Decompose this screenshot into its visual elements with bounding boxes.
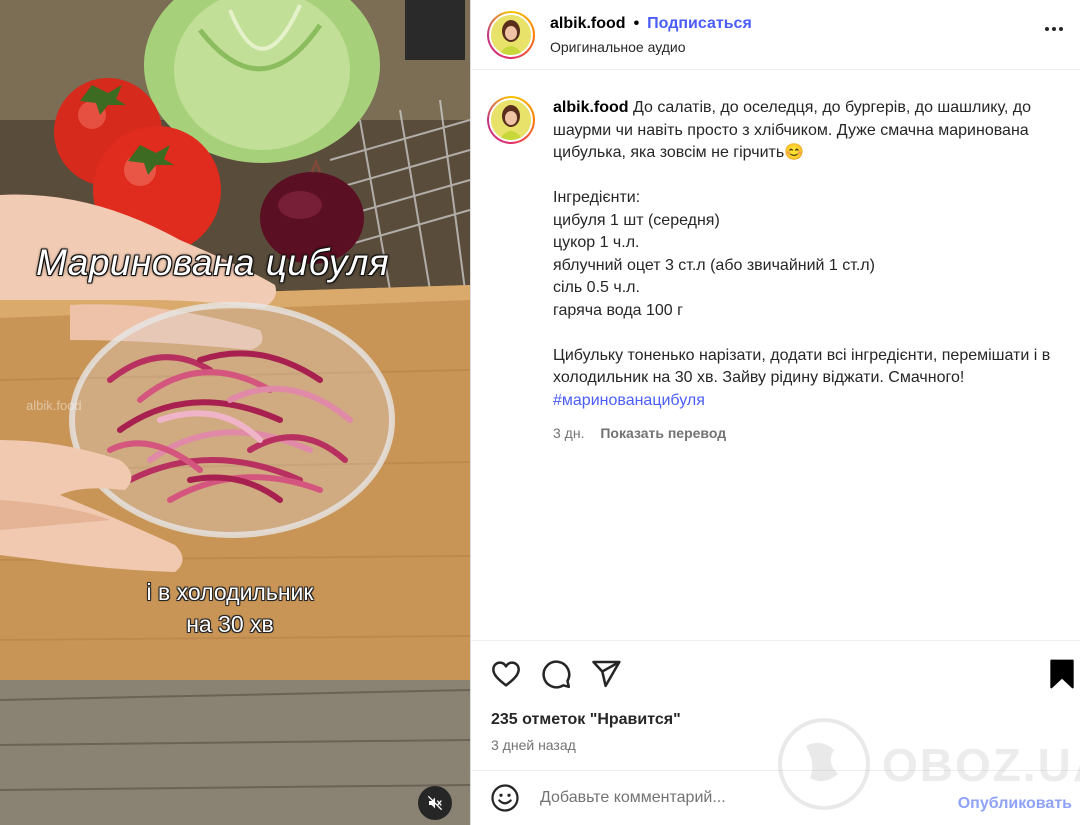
video-caption-line-2: на 30 хв	[186, 611, 274, 637]
caption-age: 3 дн.	[553, 425, 585, 441]
video-caption-line-1: і в холодильник	[146, 579, 314, 605]
ingredients-title: Інгредієнти:	[553, 189, 641, 206]
ingredient-item: гаряча вода 100 г	[553, 301, 683, 319]
caption-instructions: Цибульку тоненько нарізати, додати всі і…	[553, 346, 1051, 387]
globe-watermark-icon	[778, 718, 870, 810]
mute-button[interactable]	[418, 786, 452, 820]
site-watermark: OBOZ.UA	[776, 716, 1080, 816]
likes-count[interactable]: 235 отметок "Нравится"	[491, 711, 681, 729]
comment-icon[interactable]	[540, 658, 572, 690]
bookmark-icon[interactable]	[1046, 658, 1078, 690]
share-icon[interactable]	[590, 658, 622, 690]
author-avatar[interactable]	[487, 10, 535, 59]
posted-time[interactable]: 3 дней назад	[491, 737, 576, 753]
site-watermark-text: OBOZ.UA	[882, 739, 1080, 791]
video-caption-title: Маринована цибуля	[36, 242, 390, 283]
caption-intro-paragraph: albik.food До салатів, до оселедця, до б…	[553, 97, 1070, 165]
caption-author-avatar[interactable]	[487, 96, 535, 144]
ingredient-item: цукор 1 ч.л.	[553, 234, 640, 251]
ingredient-item: сіль 0.5 ч.л.	[553, 279, 640, 296]
original-audio-link[interactable]: Оригинальное аудио	[550, 39, 752, 55]
ingredient-item: цибуля 1 шт (середня)	[553, 211, 720, 229]
post-header-line: albik.food • Подписаться	[550, 15, 752, 33]
ingredient-item: яблучний оцет 3 ст.л (або звичайний 1 ст…	[553, 256, 875, 274]
caption-meta: 3 дн. Показать перевод	[553, 422, 1070, 445]
hashtag-link[interactable]: #маринованацибуля	[553, 390, 1070, 413]
show-translation-button[interactable]: Показать перевод	[600, 425, 726, 441]
author-avatar-image	[489, 12, 533, 57]
post-header-text: albik.food • Подписаться Оригинальное ау…	[550, 15, 752, 55]
post-header: albik.food • Подписаться Оригинальное ау…	[471, 0, 1080, 70]
follow-button[interactable]: Подписаться	[647, 15, 752, 33]
caption-username[interactable]: albik.food	[553, 99, 629, 116]
author-username[interactable]: albik.food	[550, 15, 626, 33]
speaker-muted-icon	[427, 795, 443, 811]
post-view: albik.food Маринована цибуля і в холодил…	[0, 0, 1080, 825]
video-watermark: albik.food	[26, 398, 82, 413]
post-caption: albik.food До салатів, до оселедця, до б…	[471, 70, 1080, 445]
emoji-icon[interactable]	[490, 783, 520, 813]
post-video[interactable]: albik.food Маринована цибуля і в холодил…	[0, 0, 470, 825]
video-caption-subtitle: і в холодильник на 30 хв	[100, 576, 360, 640]
heart-icon[interactable]	[490, 658, 522, 690]
more-horizontal-icon[interactable]	[1042, 17, 1066, 41]
post-details-panel: albik.food • Подписаться Оригинальное ау…	[470, 0, 1080, 825]
caption-author-avatar-image	[489, 98, 533, 142]
separator-dot: •	[633, 14, 640, 32]
